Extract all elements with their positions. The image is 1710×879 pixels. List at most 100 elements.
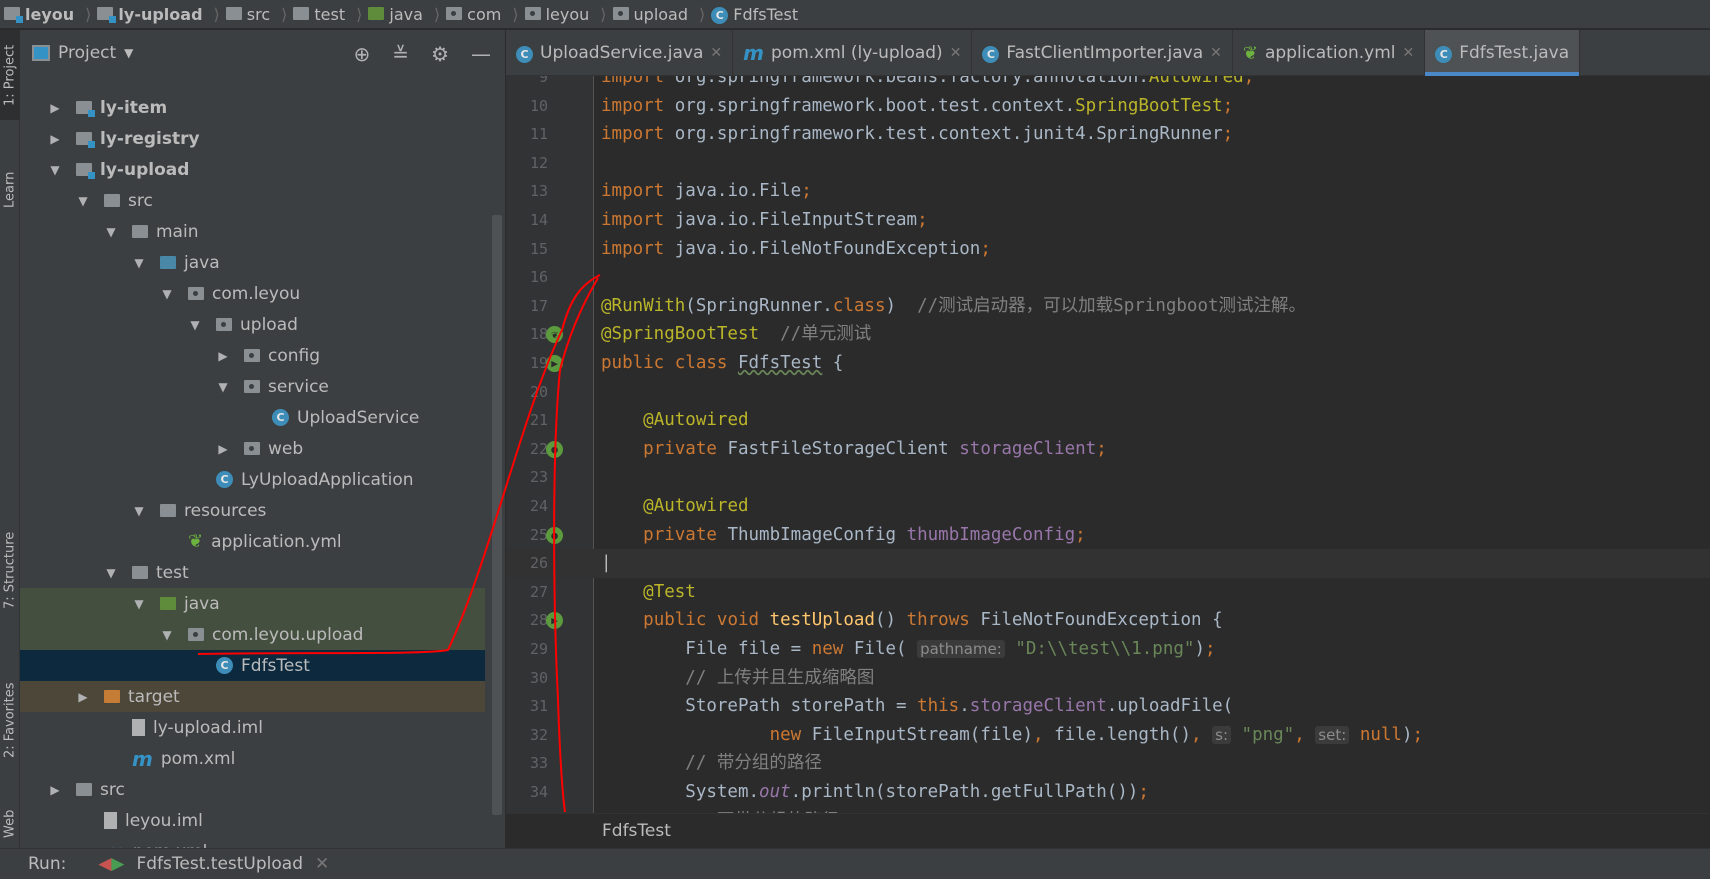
close-tab-icon[interactable]: ✕ — [710, 45, 722, 61]
breadcrumb-item[interactable]: upload ⟩ — [612, 4, 705, 24]
spring-gutter-icon[interactable]: ❦ — [546, 326, 563, 344]
tool-tab-structure[interactable]: 7: Structure — [0, 510, 20, 630]
tree-item[interactable]: ▼ ly-upload — [20, 154, 485, 185]
close-tab-icon[interactable]: ✕ — [1403, 45, 1415, 61]
project-view-selector[interactable]: Project — [58, 43, 116, 63]
tree-item[interactable]: ▼ upload — [20, 309, 485, 340]
bean-gutter-icon[interactable]: ● — [546, 440, 563, 458]
editor-tab[interactable]: m pom.xml (ly-upload) ✕ — [733, 30, 973, 76]
tree-item[interactable]: ▶ config — [20, 340, 485, 371]
chevron-down-icon[interactable]: ▼ — [104, 225, 118, 239]
run-gutter-icon[interactable]: ▶ — [546, 355, 563, 372]
tree-item[interactable]: ▼ com.leyou — [20, 278, 485, 309]
tree-item[interactable]: ▼ com.leyou.upload — [20, 619, 485, 650]
breadcrumb-item[interactable]: src ⟩ — [225, 5, 287, 24]
tree-item[interactable]: leyou.iml — [20, 805, 485, 836]
tree-item[interactable]: ly-upload.iml — [20, 712, 485, 743]
chevron-right-icon[interactable]: ▶ — [48, 101, 62, 115]
breadcrumb-label: upload — [633, 4, 689, 24]
code-line: 14 import java.io.FileInputStream; — [506, 206, 1710, 235]
tree-item[interactable]: ▶ ly-item — [20, 92, 485, 123]
locate-icon[interactable]: ⊕ — [354, 42, 371, 66]
line-number: 22 — [529, 439, 548, 458]
code-line: 17 @RunWith(SpringRunner.class) //测试启动器，可… — [506, 292, 1710, 321]
tree-item[interactable]: ▶ web — [20, 433, 485, 464]
class-icon: C — [516, 43, 533, 63]
tree-item-label: com.leyou — [212, 283, 301, 304]
tree-item-label: ly-upload — [100, 159, 190, 180]
chevron-right-icon[interactable]: ▶ — [48, 132, 62, 146]
chevron-down-icon[interactable]: ▼ — [124, 46, 133, 60]
code-text: | — [601, 549, 612, 578]
breadcrumb-item[interactable]: java ⟩ — [368, 5, 440, 24]
chevron-down-icon[interactable]: ▼ — [132, 504, 146, 518]
tree-item[interactable]: ▶ target — [20, 681, 485, 712]
bean-gutter-icon[interactable]: ● — [546, 526, 563, 544]
editor-tab[interactable]: C FdfsTest.java — [1425, 30, 1581, 76]
tree-item[interactable]: m pom.xml — [20, 743, 485, 774]
tree-item[interactable]: C FdfsTest — [20, 650, 485, 681]
tree-item[interactable]: ▼ main — [20, 216, 485, 247]
tree-item[interactable]: ❦ application.yml — [20, 526, 485, 557]
tree-item[interactable]: C UploadService — [20, 402, 485, 433]
chevron-right-icon[interactable]: ▶ — [76, 690, 90, 704]
tool-tab-learn[interactable]: Learn — [0, 155, 20, 225]
run-tab[interactable]: FdfsTest.testUpload — [136, 854, 303, 874]
chevron-right-icon[interactable]: ▶ — [48, 783, 62, 797]
tree-item[interactable]: ▼ src — [20, 185, 485, 216]
chevron-down-icon[interactable]: ▼ — [104, 566, 118, 580]
code-text: new FileInputStream(file), file.length()… — [769, 724, 1424, 745]
tree-item[interactable]: ▼ java — [20, 247, 485, 278]
tree-item[interactable]: ▼ service — [20, 371, 485, 402]
code-editor[interactable]: 9 import org.springframework.beans.factor… — [506, 76, 1710, 813]
chevron-down-icon[interactable]: ▼ — [132, 597, 146, 611]
chevron-down-icon[interactable]: ▼ — [160, 628, 174, 642]
chevron-right-icon[interactable]: ▶ — [216, 349, 230, 363]
close-tab-icon[interactable]: ✕ — [1210, 45, 1222, 61]
line-number: 23 — [529, 468, 548, 487]
chevron-down-icon[interactable]: ▼ — [76, 194, 90, 208]
tree-item[interactable]: ▶ ly-registry — [20, 123, 485, 154]
run-gutter-icon[interactable]: ▶ — [546, 612, 563, 630]
tool-tab-project[interactable]: 1: Project — [0, 30, 20, 120]
navigation-breadcrumb: leyou ⟩ ly-upload ⟩ src ⟩ test ⟩ java ⟩ com ⟩ leyou ⟩… — [0, 0, 1710, 29]
chevron-down-icon[interactable]: ▼ — [160, 287, 174, 301]
hide-icon[interactable]: — — [471, 42, 491, 66]
tool-tab-favorites[interactable]: 2: Favorites — [0, 660, 20, 780]
chevron-right-icon[interactable]: ▶ — [216, 442, 230, 456]
code-text: StorePath storePath = this.storageClient… — [601, 696, 1234, 717]
code-line: 10 import org.springframework.boot.test.c… — [506, 92, 1710, 121]
breadcrumb-item[interactable]: C FdfsTest — [711, 4, 798, 24]
folder-icon — [225, 5, 242, 24]
collapse-all-icon[interactable]: ≚ — [392, 42, 409, 66]
chevron-down-icon[interactable]: ▼ — [48, 163, 62, 177]
tree-item-label: target — [128, 686, 180, 707]
close-icon[interactable]: ✕ — [315, 854, 329, 874]
tool-tab-web[interactable]: Web — [0, 800, 20, 848]
breadcrumb-item[interactable]: leyou ⟩ — [4, 5, 91, 24]
gear-icon[interactable]: ⚙ — [431, 42, 449, 66]
tree-item[interactable]: ▼ resources — [20, 495, 485, 526]
tree-item[interactable]: ▼ java — [20, 588, 485, 619]
breadcrumb-item[interactable]: test ⟩ — [293, 5, 362, 24]
chevron-down-icon[interactable]: ▼ — [188, 318, 202, 332]
code-text: public class FdfsTest { — [601, 353, 844, 373]
chevron-down-icon[interactable]: ▼ — [216, 380, 230, 394]
editor-breadcrumb[interactable]: FdfsTest — [506, 813, 1710, 848]
editor-tab[interactable]: C FastClientImporter.java ✕ — [972, 30, 1233, 76]
close-tab-icon[interactable]: ✕ — [950, 45, 962, 61]
breadcrumb-item[interactable]: leyou ⟩ — [524, 5, 607, 24]
tree-item[interactable]: C LyUploadApplication — [20, 464, 485, 495]
code-text: import java.io.FileInputStream; — [601, 210, 928, 230]
tree-item[interactable]: ▶ src — [20, 774, 485, 805]
breadcrumb-item[interactable]: com ⟩ — [446, 5, 519, 24]
project-scrollbar[interactable] — [492, 215, 502, 815]
editor-tab[interactable]: C UploadService.java ✕ — [506, 30, 734, 76]
tree-item[interactable]: ▼ test — [20, 557, 485, 588]
code-line: 25 ● private ThumbImageConfig thumbImageC… — [506, 521, 1710, 550]
line-number: 30 — [529, 668, 548, 687]
chevron-down-icon[interactable]: ▼ — [132, 256, 146, 270]
code-line: 12 — [506, 149, 1710, 178]
editor-tab[interactable]: ❦ application.yml ✕ — [1233, 30, 1426, 76]
breadcrumb-item[interactable]: ly-upload ⟩ — [97, 5, 220, 24]
